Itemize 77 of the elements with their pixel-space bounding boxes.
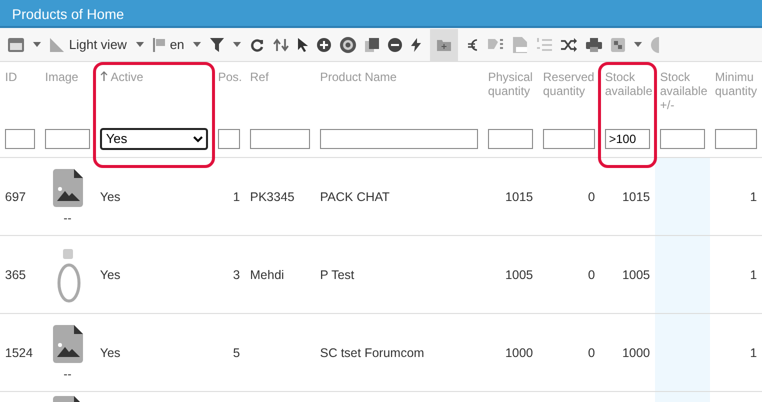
table-cell: PACK CHAT <box>320 190 390 204</box>
swap-arrows-icon[interactable] <box>273 38 290 52</box>
table-cell: 0 <box>588 268 595 282</box>
column-header[interactable]: Stock available +/- <box>660 70 706 112</box>
filter-field[interactable] <box>543 128 595 148</box>
table-cell: 5 <box>233 346 240 360</box>
table-cell: 3 <box>233 268 240 282</box>
column-header[interactable]: ID <box>5 70 36 84</box>
caret-icon[interactable] <box>33 42 41 47</box>
layout-icon[interactable] <box>611 38 626 52</box>
image-caption: -- <box>64 366 72 380</box>
column-header[interactable]: Ref <box>250 70 311 84</box>
image-caption: -- <box>64 210 72 224</box>
filter-field[interactable] <box>660 128 705 148</box>
window-icon[interactable] <box>8 38 24 52</box>
column-header[interactable]: Stock available <box>605 70 651 98</box>
filter-icon[interactable] <box>210 38 224 52</box>
copy-icon[interactable] <box>365 38 380 52</box>
caret-icon[interactable] <box>233 42 242 47</box>
euro-icon[interactable] <box>467 38 480 52</box>
table-cell: 1524 <box>5 346 33 360</box>
table-cell: 1 <box>750 190 757 204</box>
filter-field[interactable] <box>5 128 35 148</box>
table-cell: Yes <box>100 190 120 204</box>
column-header[interactable]: Reserved quantity <box>543 70 596 98</box>
filter-field[interactable] <box>250 128 310 148</box>
filter-field[interactable] <box>45 128 90 148</box>
filter-field[interactable] <box>218 128 240 148</box>
table-cell: 365 <box>5 268 26 282</box>
column-header[interactable]: Product Name <box>320 70 479 84</box>
column-header[interactable]: Pos. <box>218 70 241 84</box>
caret-icon[interactable] <box>136 42 144 47</box>
filter-field[interactable] <box>715 128 757 148</box>
language-dropdown[interactable]: en <box>170 37 184 52</box>
folder-add-icon[interactable] <box>437 38 452 50</box>
table-cell: 1015 <box>505 190 533 204</box>
sort-arrow-icon <box>100 71 108 81</box>
table-cell: 1000 <box>622 346 650 360</box>
table-cell: P Test <box>320 268 354 282</box>
filter-field[interactable] <box>320 128 478 148</box>
table-cell: 1 <box>233 190 240 204</box>
table-cell: 1 <box>750 346 757 360</box>
remove-icon[interactable] <box>388 38 402 52</box>
table-cell: PK3345 <box>250 190 294 204</box>
caret-icon[interactable] <box>193 42 202 47</box>
table-cell: 1005 <box>622 268 650 282</box>
table-cell: 1 <box>750 268 757 282</box>
lightning-icon[interactable] <box>411 38 422 52</box>
filter-select[interactable]: Yes <box>100 128 208 150</box>
column-header[interactable]: Minimu quantity <box>715 70 758 98</box>
table-cell: Yes <box>100 346 120 360</box>
table-cell: 1005 <box>505 268 533 282</box>
table-cell: SC tset Forumcom <box>320 346 424 360</box>
print-icon[interactable] <box>586 38 602 52</box>
table-cell: 1000 <box>505 346 533 360</box>
column-header[interactable]: Physical quantity <box>488 70 534 98</box>
table-cell: 0 <box>588 346 595 360</box>
refresh-icon[interactable] <box>250 38 264 52</box>
flag-icon <box>152 38 165 52</box>
table-cell: 697 <box>5 190 26 204</box>
add-icon[interactable] <box>317 38 332 52</box>
window-title: Products of Home <box>0 0 762 28</box>
tag-list-icon[interactable] <box>488 38 504 52</box>
table-cell: 1015 <box>622 190 650 204</box>
column-header[interactable]: Active <box>100 70 209 84</box>
shuffle-icon[interactable] <box>561 38 578 52</box>
image-placeholder-icon <box>52 168 82 206</box>
table-cell: Mehdi <box>250 268 284 282</box>
table-cell: Yes <box>100 268 120 282</box>
filter-field[interactable] <box>488 128 533 148</box>
caret-icon[interactable] <box>634 42 642 47</box>
cursor-icon[interactable] <box>298 38 308 52</box>
view-dropdown[interactable]: Light view <box>69 37 127 52</box>
table-cell: 0 <box>588 190 595 204</box>
image-placeholder-icon <box>52 324 82 362</box>
filter-field[interactable]: >100 <box>605 128 650 148</box>
column-header[interactable]: Image <box>45 70 91 84</box>
